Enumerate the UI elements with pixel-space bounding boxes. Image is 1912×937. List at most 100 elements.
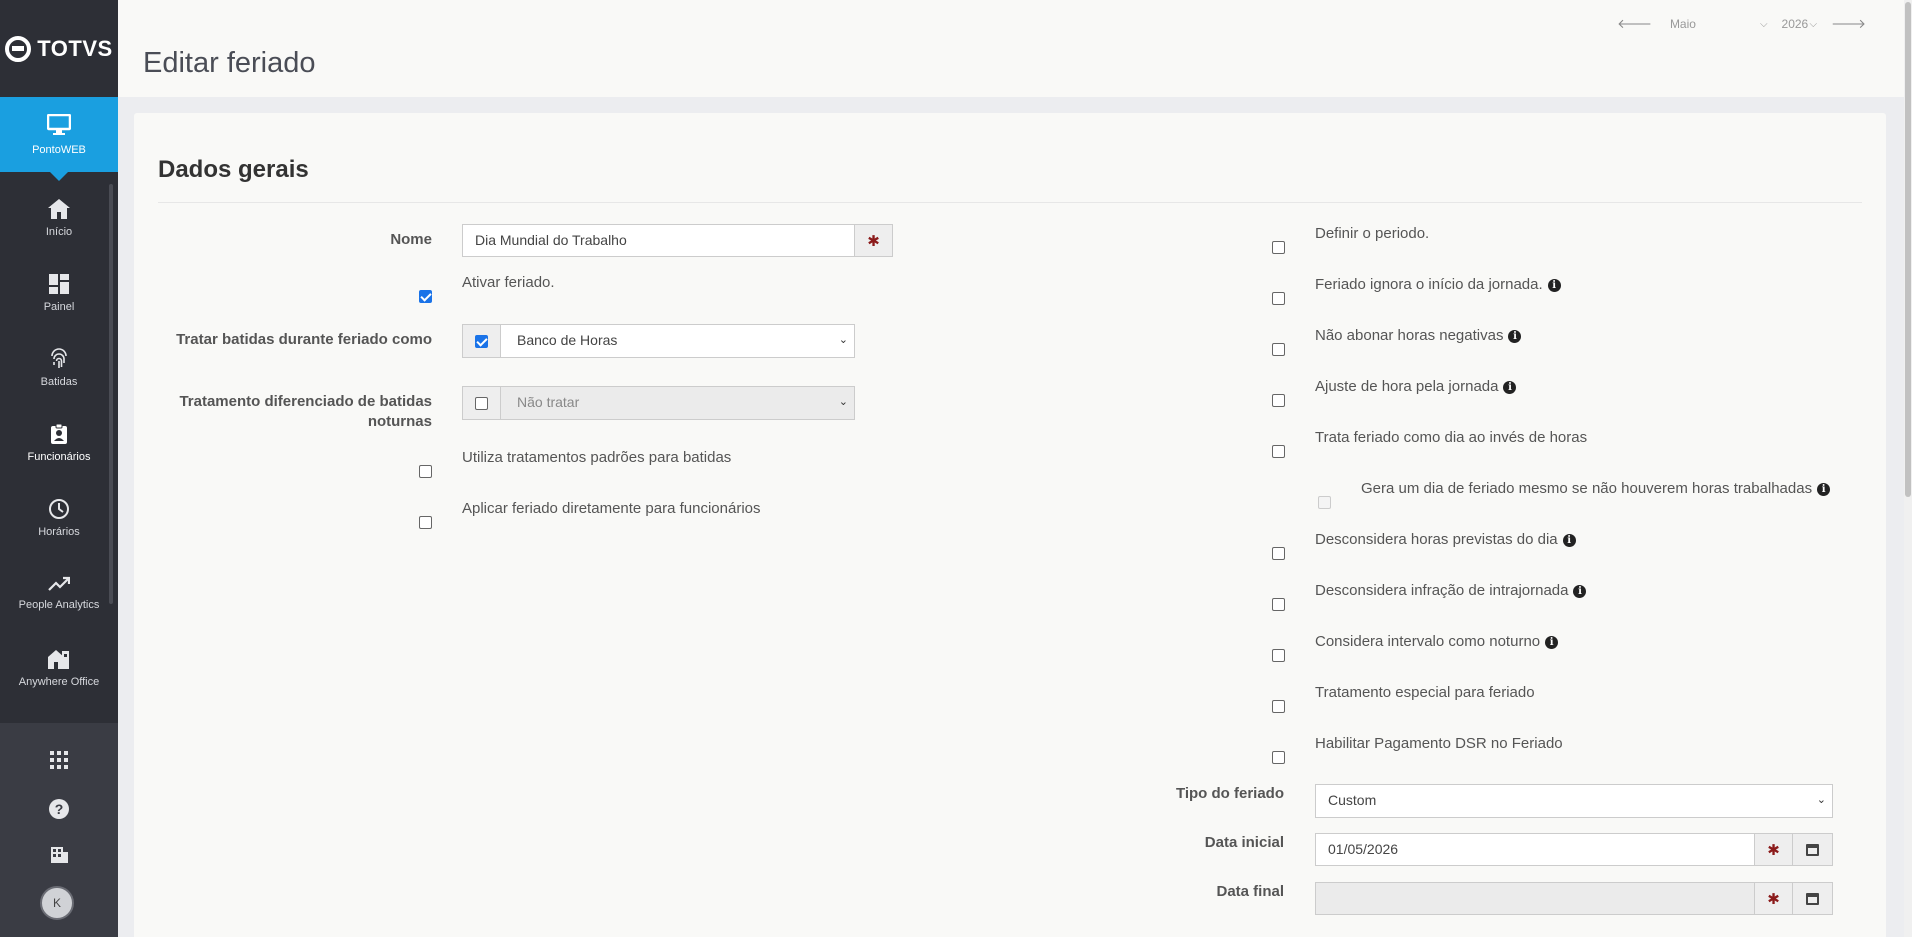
home-icon [48, 198, 70, 219]
trend-icon [48, 576, 70, 591]
ignora-inicio-checkbox[interactable] [1272, 292, 1285, 305]
nao-abonar-checkbox[interactable] [1272, 343, 1285, 356]
data-inicial-input[interactable]: 01/05/2026 [1315, 833, 1755, 866]
nav-item-label: Batidas [40, 375, 78, 388]
data-final-input[interactable] [1315, 882, 1755, 915]
sidebar-scrollbar[interactable] [109, 184, 113, 604]
desconsidera-intrajornada-option: Desconsidera infração de intrajornada i [1315, 581, 1587, 601]
required-indicator: ✱ [1754, 882, 1793, 915]
padroes-checkbox[interactable] [419, 465, 432, 478]
nav-item-funcionarios[interactable]: Funcionários [0, 405, 118, 480]
next-period-arrow-icon[interactable]: 🡒 [1831, 16, 1866, 32]
totvs-logo-icon [5, 35, 32, 62]
data-inicial-label: Data inicial [1204, 834, 1284, 851]
divider [158, 202, 1862, 203]
tipo-feriado-label: Tipo do feriado [1175, 785, 1284, 802]
required-indicator: ✱ [1754, 833, 1793, 866]
ajuste-hora-checkbox[interactable] [1272, 394, 1285, 407]
nav-item-label: Painel [43, 300, 75, 313]
padroes-label: Utiliza tratamentos padrões para batidas [462, 449, 732, 466]
desconsidera-intrajornada-checkbox[interactable] [1272, 598, 1285, 611]
nav-item-label: Horários [38, 525, 80, 538]
tratamento-especial-label: Tratamento especial para feriado [1315, 684, 1535, 701]
trata-dia-checkbox[interactable] [1272, 445, 1285, 458]
tipo-feriado-select[interactable]: Custom ⌄ [1315, 784, 1833, 818]
nav-item-anywhere-office[interactable]: Anywhere Office [0, 630, 118, 705]
desconsidera-horas-checkbox[interactable] [1272, 547, 1285, 560]
chevron-down-icon[interactable]: ⌵ [1810, 19, 1818, 30]
nav-item-label: People Analytics [18, 598, 100, 611]
nav-item-people-analytics[interactable]: People Analytics [0, 555, 118, 630]
aplicar-checkbox[interactable] [419, 516, 432, 529]
noturnas-checkbox[interactable] [475, 396, 488, 410]
ajuste-hora-option: Ajuste de hora pela jornada i [1315, 377, 1517, 397]
data-final-label: Data final [1216, 883, 1284, 900]
user-avatar[interactable]: K [40, 886, 74, 920]
section-title: Dados gerais [158, 156, 309, 183]
noturnas-label: Tratamento diferenciado de batidas notur… [179, 393, 432, 430]
page-scrollbar[interactable] [1904, 0, 1912, 937]
monitor-icon [47, 113, 71, 135]
tratar-batidas-select[interactable]: Banco de Horas ⌄ [500, 324, 855, 358]
calendar-button[interactable] [1792, 882, 1833, 915]
gera-dia-checkbox[interactable] [1318, 496, 1331, 509]
desconsidera-horas-option: Desconsidera horas previstas do dia i [1315, 530, 1576, 550]
info-icon[interactable]: i [1503, 381, 1517, 394]
apps-grid-icon[interactable] [0, 751, 118, 774]
required-indicator: ✱ [854, 224, 893, 257]
calendar-icon [1806, 892, 1819, 905]
gera-dia-label: Gera um dia de feriado mesmo se não houv… [1361, 480, 1813, 497]
form-card: Dados gerais Nome Dia Mundial do Trabalh… [134, 113, 1886, 937]
nav-item-pontoweb[interactable]: PontoWEB [0, 97, 118, 181]
gera-dia-option: Gera um dia de feriado mesmo se não houv… [1361, 479, 1831, 499]
page-scrollbar-thumb[interactable] [1905, 2, 1911, 497]
previous-period-arrow-icon[interactable]: 🡐 [1617, 16, 1652, 32]
chevron-down-icon: ⌄ [838, 396, 848, 408]
info-icon[interactable]: i [1562, 534, 1576, 547]
nome-input[interactable]: Dia Mundial do Trabalho [462, 224, 855, 257]
clipboard-user-icon [51, 423, 67, 444]
nav-item-horarios[interactable]: Horários [0, 480, 118, 555]
chevron-down-icon: ⌄ [1816, 794, 1826, 806]
definir-periodo-label: Definir o periodo. [1315, 225, 1430, 242]
ignora-inicio-label: Feriado ignora o início da jornada. [1315, 276, 1543, 293]
tratar-batidas-value: Banco de Horas [517, 332, 618, 348]
home-office-icon [48, 649, 69, 669]
nav-item-inicio[interactable]: Início [0, 180, 118, 255]
intervalo-noturno-option: Considera intervalo como noturno i [1315, 632, 1559, 652]
fingerprint-icon [51, 347, 67, 368]
info-icon[interactable]: i [1545, 636, 1559, 649]
info-icon[interactable]: i [1547, 279, 1561, 292]
ativar-feriado-checkbox[interactable] [419, 290, 432, 303]
tratar-batidas-label: Tratar batidas durante feriado como [176, 331, 432, 348]
nao-abonar-label: Não abonar horas negativas [1315, 327, 1504, 344]
nav-item-label: PontoWEB [32, 143, 86, 156]
info-icon[interactable]: i [1508, 330, 1522, 343]
nav-item-label: Funcionários [27, 450, 91, 463]
intervalo-noturno-checkbox[interactable] [1272, 649, 1285, 662]
pagamento-dsr-checkbox[interactable] [1272, 751, 1285, 764]
noturnas-select[interactable]: Não tratar ⌄ [500, 386, 855, 420]
period-selector: 🡐 Maio ⌵ 2026 ⌵ 🡒 [1617, 16, 1866, 32]
dashboard-icon [49, 273, 69, 294]
definir-periodo-checkbox[interactable] [1272, 241, 1285, 254]
help-icon[interactable]: ? [0, 798, 118, 825]
tratamento-especial-checkbox[interactable] [1272, 700, 1285, 713]
noturnas-addon [462, 386, 501, 420]
month-select[interactable]: Maio [1670, 17, 1760, 31]
tratar-batidas-checkbox[interactable] [475, 334, 488, 348]
chevron-down-icon[interactable]: ⌵ [1760, 19, 1768, 30]
year-select[interactable]: 2026 [1782, 17, 1810, 31]
company-icon[interactable] [0, 846, 118, 869]
asterisk-icon: ✱ [867, 232, 880, 250]
aplicar-label: Aplicar feriado diretamente para funcion… [462, 500, 761, 517]
info-icon[interactable]: i [1573, 585, 1587, 598]
nav-item-painel[interactable]: Painel [0, 255, 118, 330]
calendar-button[interactable] [1792, 833, 1833, 866]
nav-item-batidas[interactable]: Batidas [0, 330, 118, 405]
nome-label: Nome [390, 231, 432, 248]
info-icon[interactable]: i [1817, 483, 1831, 496]
totvs-logo[interactable]: TOTVS [0, 0, 118, 97]
asterisk-icon: ✱ [1767, 841, 1780, 859]
ativar-feriado-label: Ativar feriado. [462, 274, 555, 291]
